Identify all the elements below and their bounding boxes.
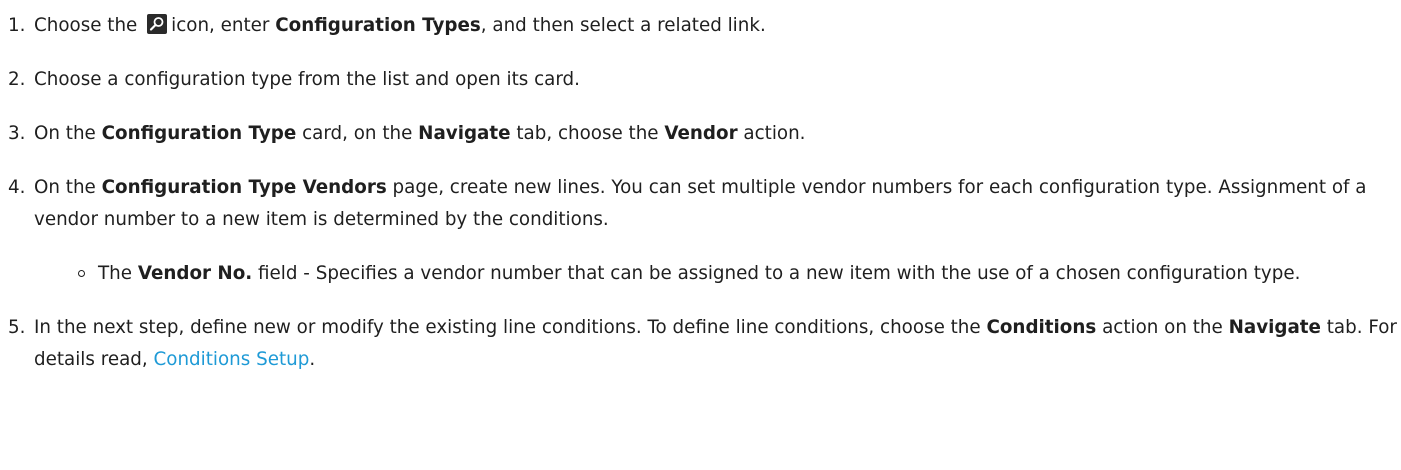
step-number: 3. bbox=[8, 123, 26, 144]
step-text: In the next step, define new or modify t… bbox=[34, 317, 981, 338]
bold-term: Vendor No. bbox=[137, 263, 253, 284]
bold-term: Conditions bbox=[986, 317, 1097, 338]
step-text: field - Specifies a vendor number that c… bbox=[258, 263, 1301, 284]
step-2: 2. Choose a configuration type from the … bbox=[8, 64, 1401, 96]
step-5: 5. In the next step, define new or modif… bbox=[8, 312, 1401, 376]
conditions-setup-link[interactable]: Conditions Setup bbox=[154, 349, 310, 370]
step-number: 5. bbox=[8, 317, 26, 338]
search-icon bbox=[147, 14, 168, 34]
hollow-bullet-icon bbox=[78, 270, 85, 277]
bold-term: Navigate bbox=[1228, 317, 1321, 338]
bold-term: Configuration Types bbox=[275, 15, 481, 36]
step-text: , and then select a related link. bbox=[480, 15, 766, 36]
step-text: . bbox=[309, 349, 316, 370]
step-text: action. bbox=[743, 123, 806, 144]
step-text: card, on the bbox=[302, 123, 413, 144]
bold-term: Configuration Type Vendors bbox=[101, 177, 387, 198]
step-text: tab, choose the bbox=[516, 123, 659, 144]
step-1: 1. Choose the icon, enter Configuration … bbox=[8, 10, 1401, 42]
step-text: The bbox=[98, 263, 133, 284]
bold-term: Vendor bbox=[664, 123, 738, 144]
step-text: On the bbox=[34, 177, 96, 198]
bold-term: Configuration Type bbox=[101, 123, 297, 144]
bold-term: Navigate bbox=[418, 123, 511, 144]
sub-list: The Vendor No. field - Specifies a vendo… bbox=[34, 258, 1401, 290]
step-text: action on the bbox=[1102, 317, 1223, 338]
step-text: Choose a configuration type from the lis… bbox=[34, 69, 580, 90]
steps-list: 1. Choose the icon, enter Configuration … bbox=[8, 10, 1401, 376]
step-number: 4. bbox=[8, 177, 26, 198]
step-number: 2. bbox=[8, 69, 26, 90]
step-text: icon, enter bbox=[171, 15, 270, 36]
step-3: 3. On the Configuration Type card, on th… bbox=[8, 118, 1401, 150]
step-number: 1. bbox=[8, 15, 26, 36]
article-content: 1. Choose the icon, enter Configuration … bbox=[0, 0, 1401, 376]
step-text: Choose the bbox=[34, 15, 138, 36]
sub-list-item: The Vendor No. field - Specifies a vendo… bbox=[78, 258, 1401, 290]
step-text: On the bbox=[34, 123, 96, 144]
step-4: 4. On the Configuration Type Vendors pag… bbox=[8, 172, 1401, 290]
